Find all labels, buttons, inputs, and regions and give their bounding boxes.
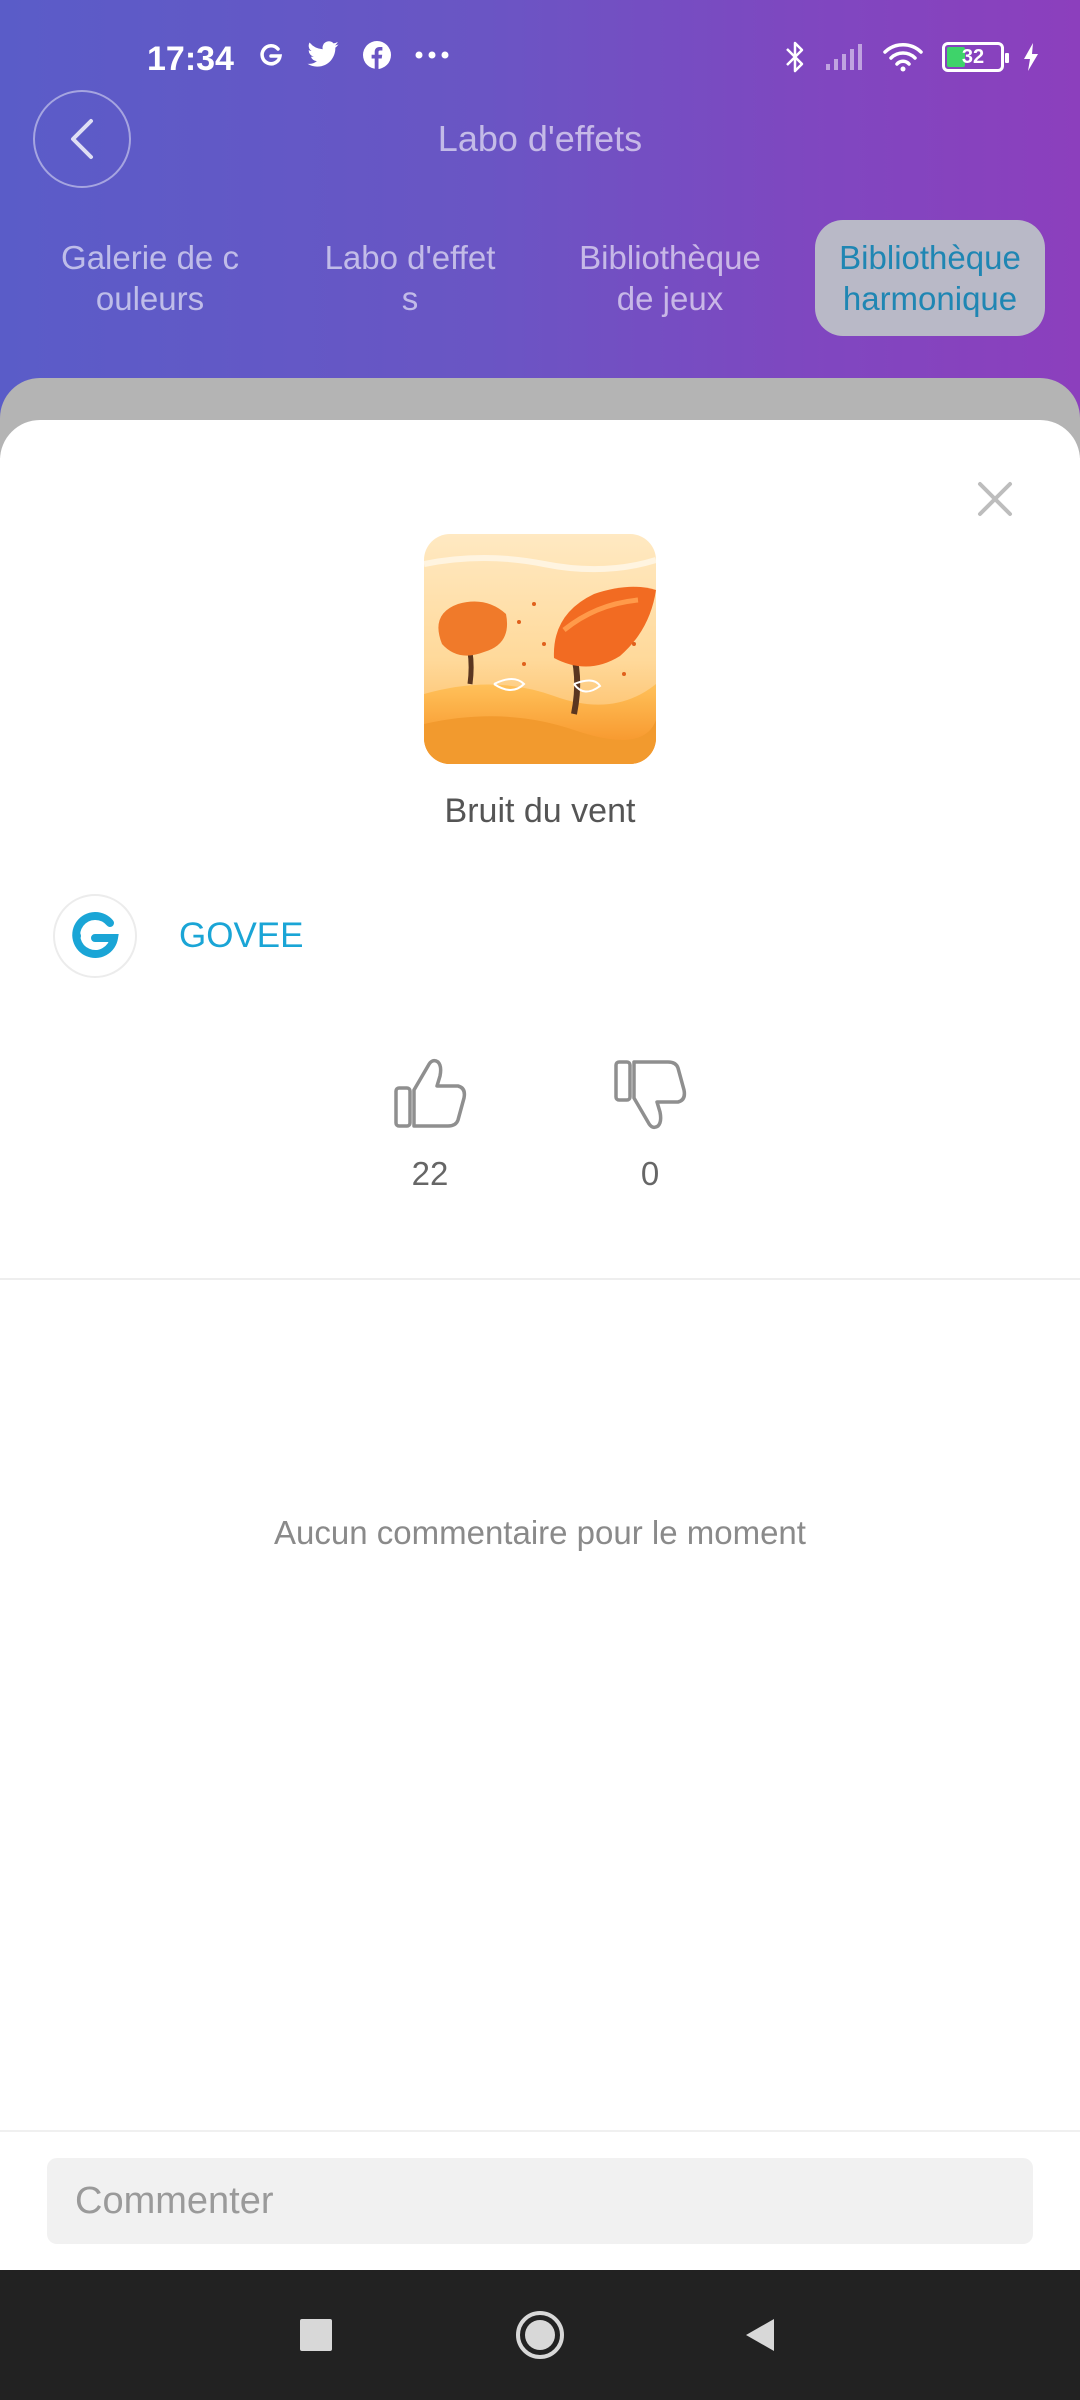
dislike-count: 0 — [640, 1155, 660, 1192]
author-row[interactable]: GOVEE — [53, 894, 303, 978]
effect-name: Bruit du vent — [444, 792, 636, 830]
tab-bibliotheque-jeux[interactable]: Bibliothèque de jeux — [555, 220, 785, 336]
status-time: 17:34 — [147, 40, 234, 78]
avatar — [53, 894, 137, 978]
page-title: Labo d'effets — [437, 118, 643, 159]
effect-thumbnail — [424, 534, 656, 764]
thumbs-up-icon — [394, 1058, 467, 1128]
notification-icons — [258, 40, 450, 70]
tab-bar: Galerie de c ouleurs Labo d'effet s Bibl… — [0, 220, 1080, 340]
govee-logo-icon — [72, 911, 119, 958]
empty-comments-message: Aucun commentaire pour le moment — [274, 1514, 806, 1551]
divider — [0, 1278, 1080, 1280]
govee-icon — [260, 44, 283, 66]
battery-icon: 32 — [942, 42, 1009, 72]
tab-bibliotheque-harmonique[interactable]: Bibliothèque harmonique — [815, 220, 1045, 336]
bluetooth-icon — [786, 41, 804, 73]
charging-icon — [1024, 43, 1038, 71]
home-button[interactable] — [480, 2270, 600, 2400]
recents-button[interactable] — [256, 2270, 376, 2400]
like-button[interactable]: 22 — [380, 1056, 480, 1193]
status-bar: 17:34 32 — [0, 0, 1080, 120]
system-icons: 32 — [784, 40, 1040, 74]
back-nav-button[interactable] — [700, 2270, 820, 2400]
tab-galerie-couleurs[interactable]: Galerie de c ouleurs — [35, 220, 265, 336]
circle-home-icon — [516, 2311, 564, 2359]
author-name[interactable]: GOVEE — [179, 916, 303, 956]
signal-icon — [826, 44, 862, 70]
close-icon[interactable] — [970, 474, 1020, 524]
like-count: 22 — [411, 1155, 449, 1192]
comment-bar — [0, 2130, 1080, 2270]
more-dots-icon — [415, 51, 449, 59]
twitter-icon — [307, 41, 339, 67]
app-header: 17:34 32 Labo d'effets Galerie de c oule… — [0, 0, 1080, 430]
thumbs-down-icon — [614, 1060, 687, 1130]
square-icon — [300, 2319, 332, 2351]
system-nav-bar — [0, 2270, 1080, 2400]
facebook-icon — [363, 41, 391, 69]
effect-detail-sheet: Bruit du vent GOVEE 22 0 Aucun commentai… — [0, 420, 1080, 2270]
comment-input[interactable] — [47, 2158, 1033, 2244]
tab-labo-effets[interactable]: Labo d'effet s — [295, 220, 525, 336]
battery-level: 32 — [961, 45, 985, 68]
wifi-icon — [883, 43, 923, 72]
dislike-button[interactable]: 0 — [600, 1056, 700, 1193]
triangle-back-icon — [746, 2319, 774, 2351]
